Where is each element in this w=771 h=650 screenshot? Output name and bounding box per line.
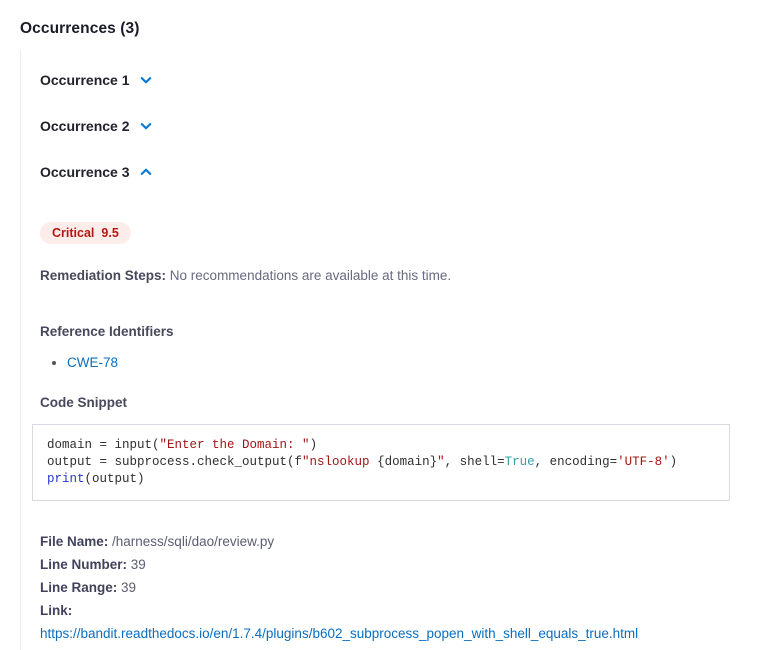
reference-identifiers-label: Reference Identifiers <box>40 324 751 339</box>
cwe-link[interactable]: CWE-78 <box>67 355 118 370</box>
page-title: Occurrences (3) <box>20 20 771 38</box>
reference-identifier-item: CWE-78 <box>67 355 751 371</box>
occurrence-fields: File Name: /harness/sqli/dao/review.pyLi… <box>40 530 751 599</box>
bandit-doc-link[interactable]: https://bandit.readthedocs.io/en/1.7.4/p… <box>40 622 751 645</box>
occurrence-header[interactable]: Occurrence 3 <box>40 164 153 180</box>
link-label: Link: <box>40 603 72 618</box>
reference-identifier-list: CWE-78 <box>67 355 751 371</box>
occurrence-header[interactable]: Occurrence 2 <box>40 118 153 134</box>
occurrence-label: Occurrence 3 <box>40 164 130 180</box>
remediation-steps: Remediation Steps: No recommendations ar… <box>40 268 751 284</box>
occurrences-panel: Occurrence 1 Occurrence 2 Occurrence 3 C… <box>20 50 771 650</box>
code-snippet-box: domain = input("Enter the Domain: ")outp… <box>32 424 730 501</box>
severity-label: Critical <box>52 226 94 240</box>
field-row: Line Range: 39 <box>40 576 751 599</box>
code-line: domain = input("Enter the Domain: ") <box>47 437 715 454</box>
occurrence-label: Occurrence 2 <box>40 118 130 134</box>
code-snippet-label: Code Snippet <box>40 395 751 410</box>
severity-badge: Critical 9.5 <box>40 222 131 244</box>
severity-score: 9.5 <box>101 226 118 240</box>
field-row: Line Number: 39 <box>40 553 751 576</box>
remediation-label: Remediation Steps: <box>40 268 166 283</box>
field-row: File Name: /harness/sqli/dao/review.py <box>40 530 751 553</box>
occurrence-label: Occurrence 1 <box>40 72 130 88</box>
occurrence-list: Occurrence 1 Occurrence 2 Occurrence 3 C… <box>40 72 751 650</box>
chevron-down-icon[interactable] <box>139 119 153 133</box>
chevron-down-icon[interactable] <box>139 73 153 87</box>
occurrence-header[interactable]: Occurrence 1 <box>40 72 153 88</box>
code-line: output = subprocess.check_output(f"nsloo… <box>47 454 715 471</box>
code-line: print(output) <box>47 471 715 488</box>
chevron-up-icon[interactable] <box>139 165 153 179</box>
occurrence-detail: Critical 9.5 Remediation Steps: No recom… <box>40 210 751 650</box>
link-field: Link: <box>40 599 751 622</box>
remediation-text: No recommendations are available at this… <box>170 268 451 283</box>
occurrence-raw-detail-label: Occurrence Raw Detail <box>40 645 751 650</box>
